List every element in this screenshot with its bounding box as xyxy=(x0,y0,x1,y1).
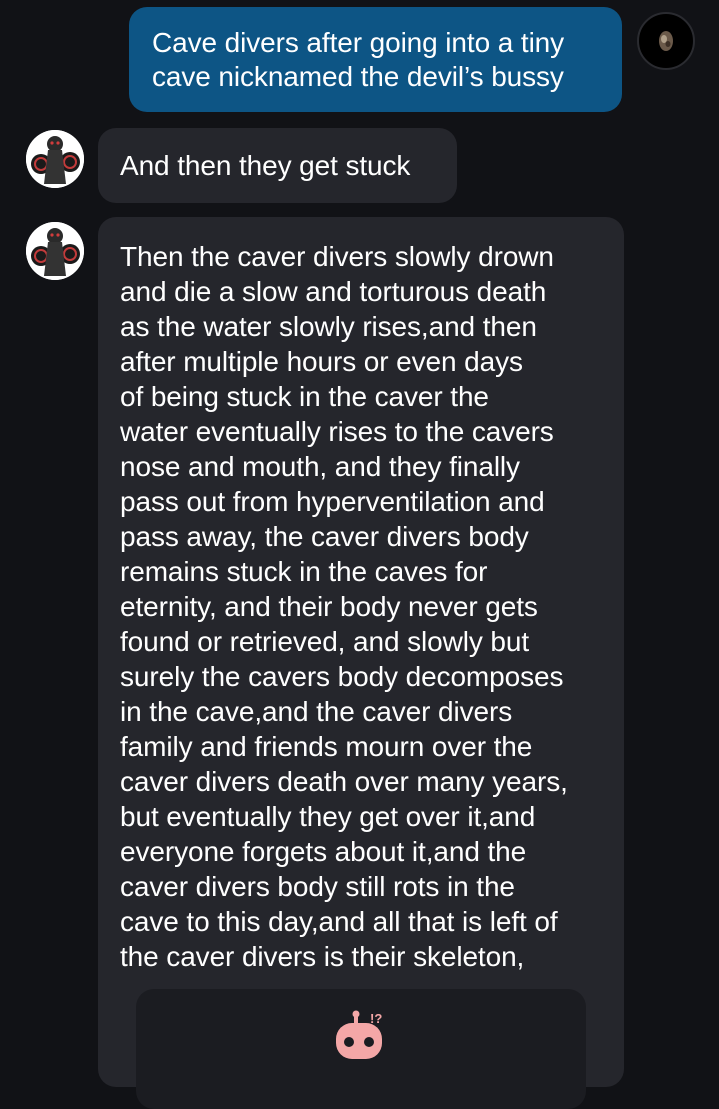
bot-avatar-image xyxy=(26,222,84,280)
bot-message-line: pass away, the caver divers body xyxy=(120,521,529,552)
bot-message-line: surely the cavers body decomposes xyxy=(120,661,564,692)
bot-avatar[interactable] xyxy=(26,130,84,188)
bot-message-line: caver divers body still rots in the xyxy=(120,871,515,902)
bot-message-line: remains stuck in the caves for xyxy=(120,556,488,587)
bot-message-line: the caver divers is their skeleton, xyxy=(120,941,525,972)
user-avatar-image xyxy=(659,31,673,51)
user-message-text: Cave divers after going into a tiny cave… xyxy=(152,26,612,94)
bot-message-line: as the water slowly rises,and then xyxy=(120,311,537,342)
bot-avatar-image xyxy=(26,130,84,188)
bot-message-line: found or retrieved, and slowly but xyxy=(120,626,530,657)
robot-interrobang-icon: !? xyxy=(336,1010,382,1059)
bot-message-line: pass out from hyperventilation and xyxy=(120,486,545,517)
bot-message-line: after multiple hours or even days xyxy=(120,346,523,377)
bot-message-line: in the cave,and the caver divers xyxy=(120,696,513,727)
user-message-line: cave nicknamed the devil’s bussy xyxy=(152,61,564,92)
bot-avatar[interactable] xyxy=(26,222,84,280)
user-message-line: Cave divers after going into a tiny xyxy=(152,27,565,58)
bot-message-line: everyone forgets about it,and the xyxy=(120,836,527,867)
bot-message-line: family and friends mourn over the xyxy=(120,731,533,762)
bot-message-line: but eventually they get over it,and xyxy=(120,801,536,832)
bot-message-bubble[interactable]: And then they get stuck xyxy=(98,128,457,203)
chat-thread: Cave divers after going into a tiny cave… xyxy=(0,0,719,1109)
bot-message-text: And then they get stuck xyxy=(120,150,411,181)
embed-card[interactable]: !? xyxy=(136,989,586,1109)
bot-message-line: eternity, and their body never gets xyxy=(120,591,538,622)
user-avatar[interactable] xyxy=(637,12,695,70)
robot-badge-text: !? xyxy=(370,1011,382,1026)
bot-message-line: nose and mouth, and they finally xyxy=(120,451,520,482)
user-message-bubble[interactable]: Cave divers after going into a tiny cave… xyxy=(129,7,622,112)
bot-message-line: Then the caver divers slowly drown xyxy=(120,241,554,272)
bot-message-line: cave to this day,and all that is left of xyxy=(120,906,558,937)
bot-message-text: Then the caver divers slowly drown and d… xyxy=(120,239,614,974)
bot-message-line: and die a slow and torturous death xyxy=(120,276,547,307)
bot-message-line: caver divers death over many years, xyxy=(120,766,568,797)
bot-message-line: of being stuck in the caver the xyxy=(120,381,489,412)
bot-message-line: water eventually rises to the cavers xyxy=(120,416,554,447)
bot-message-bubble[interactable]: Then the caver divers slowly drown and d… xyxy=(98,217,624,1109)
